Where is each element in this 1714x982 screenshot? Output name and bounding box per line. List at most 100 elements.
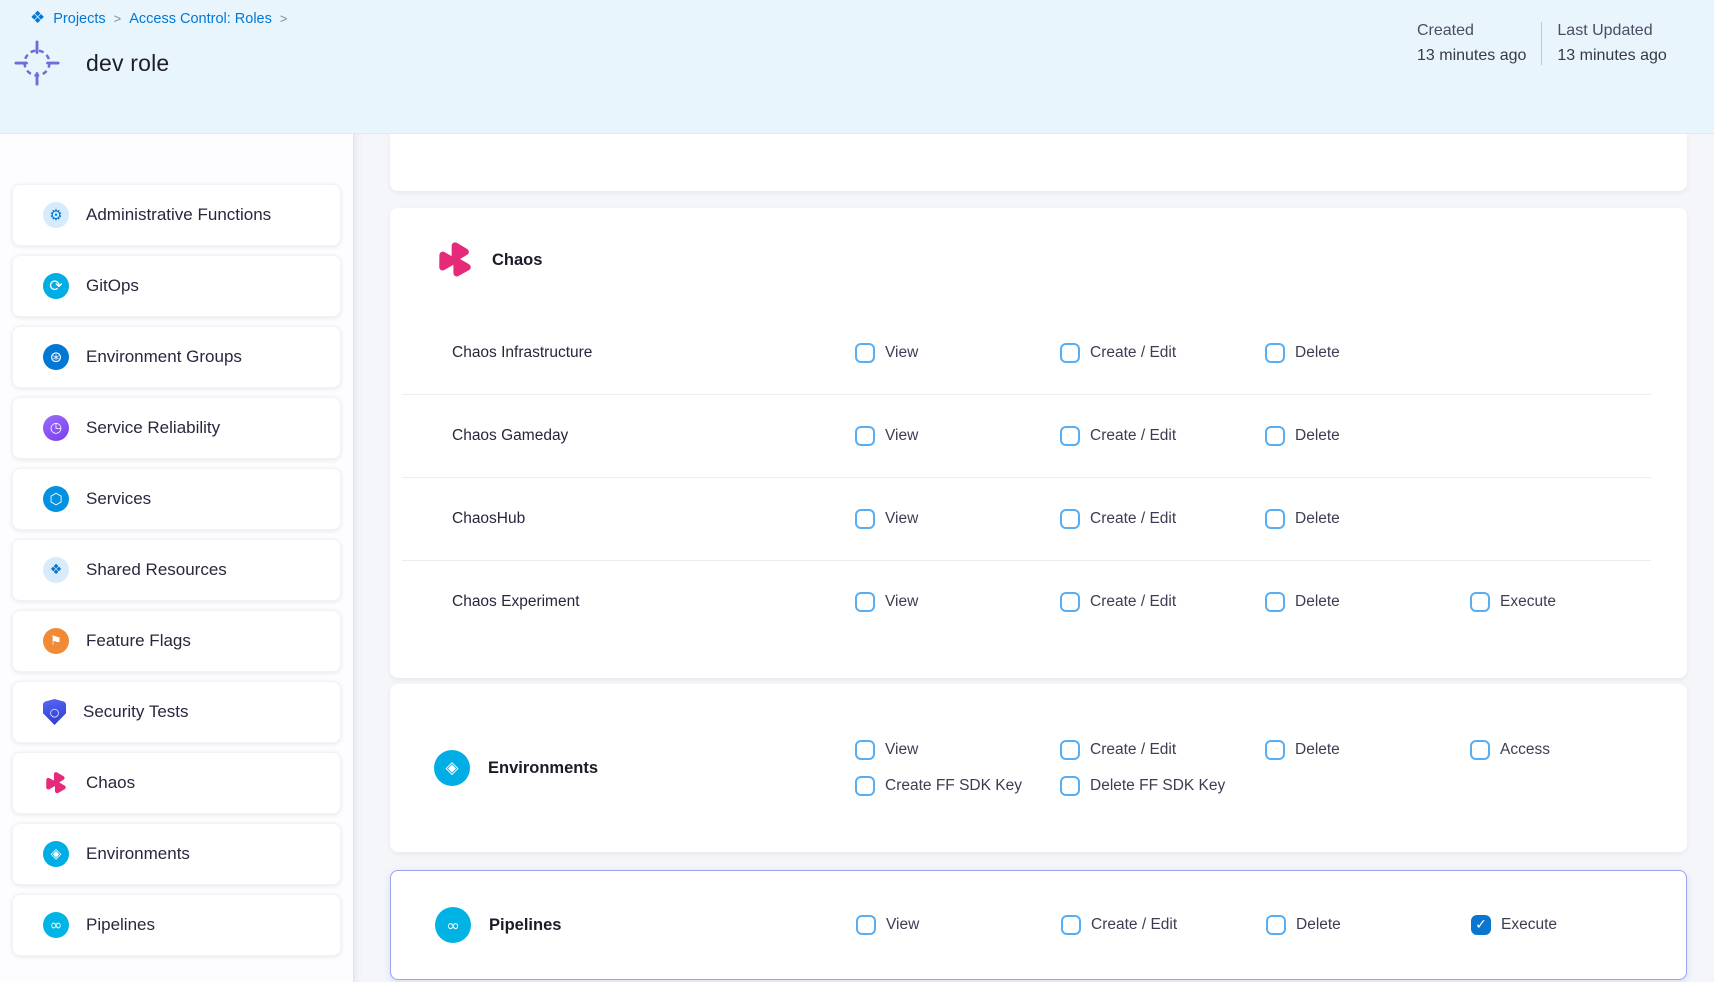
page-title: dev role [86, 50, 169, 77]
checkbox-create-edit[interactable] [1060, 740, 1080, 760]
permissions-panel: Chaos Chaos Infrastructure View Create /… [354, 134, 1714, 982]
checkbox-delete-ff-sdk-key[interactable] [1060, 776, 1080, 796]
checkbox-label: Execute [1501, 916, 1557, 934]
sidebar-item-chaos[interactable]: Chaos [12, 752, 341, 814]
sidebar-item-pipelines[interactable]: ∞ Pipelines [12, 894, 341, 956]
checkbox-label: Create / Edit [1090, 344, 1176, 362]
checkbox-view[interactable] [855, 343, 875, 363]
checkbox-create-edit[interactable] [1060, 426, 1080, 446]
checkbox-delete[interactable] [1266, 915, 1286, 935]
checkbox-label: Delete [1295, 741, 1340, 759]
breadcrumb-link-roles[interactable]: Access Control: Roles [129, 11, 272, 27]
checkbox-label: Delete [1295, 593, 1340, 611]
checkbox-delete[interactable] [1265, 343, 1285, 363]
pipelines-permissions-card[interactable]: ∞ Pipelines View Create / Edit Delete Ex… [390, 870, 1687, 980]
checkbox-execute[interactable] [1470, 592, 1490, 612]
sidebar-item-label: Pipelines [86, 915, 155, 935]
checkbox-create-edit[interactable] [1060, 343, 1080, 363]
checkbox-label: View [885, 344, 918, 362]
environments-icon: ◈ [434, 750, 470, 786]
checkbox-label: Access [1500, 741, 1550, 759]
sidebar-item-label: Feature Flags [86, 631, 191, 651]
chaos-permissions-card: Chaos Chaos Infrastructure View Create /… [390, 208, 1687, 678]
checkbox-create-edit[interactable] [1061, 915, 1081, 935]
checkbox-label: Create / Edit [1090, 741, 1176, 759]
checkbox-delete[interactable] [1265, 509, 1285, 529]
sidebar-item-shared-resources[interactable]: ❖ Shared Resources [12, 539, 341, 601]
environment-groups-icon: ⊛ [43, 344, 69, 370]
checkbox-label: View [886, 916, 919, 934]
gear-icon: ⚙ [43, 202, 69, 228]
sidebar-item-security-tests[interactable]: ○ Security Tests [12, 681, 341, 743]
checkbox-label: View [885, 741, 918, 759]
chevron-right-icon: > [114, 11, 122, 26]
sidebar-item-label: Administrative Functions [86, 205, 271, 225]
app-header: ❖ Projects > Access Control: Roles > dev… [0, 0, 1714, 134]
breadcrumb-link-projects[interactable]: Projects [53, 11, 105, 27]
meta-divider [1541, 22, 1542, 65]
checkbox-delete[interactable] [1265, 426, 1285, 446]
card-title: Chaos [492, 251, 542, 270]
checkbox-label: Create FF SDK Key [885, 777, 1022, 795]
checkbox-create-edit[interactable] [1060, 592, 1080, 612]
sidebar-item-administrative-functions[interactable]: ⚙ Administrative Functions [12, 184, 341, 246]
sidebar-item-feature-flags[interactable]: ⚑ Feature Flags [12, 610, 341, 672]
resource-category-sidebar: ⚙ Administrative Functions ⟳ GitOps ⊛ En… [0, 134, 354, 982]
services-icon: ⬡ [43, 486, 69, 512]
checkbox-delete[interactable] [1265, 592, 1285, 612]
meta-created: Created 13 minutes ago [1417, 22, 1526, 65]
permission-row-chaos-experiment: Chaos Experiment View Create / Edit Dele… [390, 561, 1687, 643]
sidebar-item-label: Shared Resources [86, 560, 227, 580]
sidebar-item-label: Security Tests [83, 702, 189, 722]
environments-permissions-card: ◈ Environments View Create / Edit Delete… [390, 684, 1687, 852]
meta-last-updated: Last Updated 13 minutes ago [1557, 22, 1666, 65]
checkbox-access[interactable] [1470, 740, 1490, 760]
environments-icon: ◈ [43, 841, 69, 867]
role-crosshair-icon [14, 40, 60, 86]
checkbox-create-edit[interactable] [1060, 509, 1080, 529]
permission-row-chaos-infrastructure: Chaos Infrastructure View Create / Edit … [390, 312, 1687, 394]
sidebar-item-environments[interactable]: ◈ Environments [12, 823, 341, 885]
checkbox-view[interactable] [855, 509, 875, 529]
permission-row-chaos-gameday: Chaos Gameday View Create / Edit Delete [390, 395, 1687, 477]
checkbox-label: Create / Edit [1090, 593, 1176, 611]
pipelines-icon: ∞ [43, 912, 69, 938]
chaos-pinwheel-icon [434, 239, 476, 281]
checkbox-view[interactable] [855, 592, 875, 612]
scrolled-card-partial [390, 134, 1687, 191]
checkbox-label: Delete [1295, 344, 1340, 362]
sidebar-item-label: Service Reliability [86, 418, 220, 438]
checkbox-label: View [885, 427, 918, 445]
sidebar-item-label: Environment Groups [86, 347, 242, 367]
chevron-right-icon: > [280, 11, 288, 26]
sidebar-item-label: Services [86, 489, 151, 509]
last-updated-value: 13 minutes ago [1557, 47, 1666, 65]
security-tests-shield-icon: ○ [43, 699, 66, 725]
sidebar-item-environment-groups[interactable]: ⊛ Environment Groups [12, 326, 341, 388]
card-title: Pipelines [489, 916, 561, 935]
row-label: Chaos Experiment [390, 593, 855, 611]
feature-flags-icon: ⚑ [43, 628, 69, 654]
checkbox-create-ff-sdk-key[interactable] [855, 776, 875, 796]
permission-row-chaoshub: ChaosHub View Create / Edit Delete [390, 478, 1687, 560]
checkbox-delete[interactable] [1265, 740, 1285, 760]
sidebar-item-gitops[interactable]: ⟳ GitOps [12, 255, 341, 317]
checkbox-label: Delete FF SDK Key [1090, 777, 1225, 795]
row-label: Chaos Infrastructure [390, 344, 855, 362]
sidebar-item-services[interactable]: ⬡ Services [12, 468, 341, 530]
checkbox-label: Create / Edit [1090, 510, 1176, 528]
created-label: Created [1417, 22, 1526, 40]
checkbox-label: Delete [1295, 427, 1340, 445]
checkbox-execute[interactable] [1471, 915, 1491, 935]
checkbox-view[interactable] [855, 740, 875, 760]
checkbox-view[interactable] [855, 426, 875, 446]
card-title: Environments [488, 759, 598, 778]
breadcrumb: ❖ Projects > Access Control: Roles > [30, 10, 287, 27]
checkbox-label: View [885, 510, 918, 528]
chaos-pinwheel-icon [43, 770, 69, 796]
checkbox-view[interactable] [856, 915, 876, 935]
gitops-icon: ⟳ [43, 273, 69, 299]
sidebar-item-service-reliability[interactable]: ◷ Service Reliability [12, 397, 341, 459]
sidebar-item-label: Environments [86, 844, 190, 864]
row-label: ChaosHub [390, 510, 855, 528]
